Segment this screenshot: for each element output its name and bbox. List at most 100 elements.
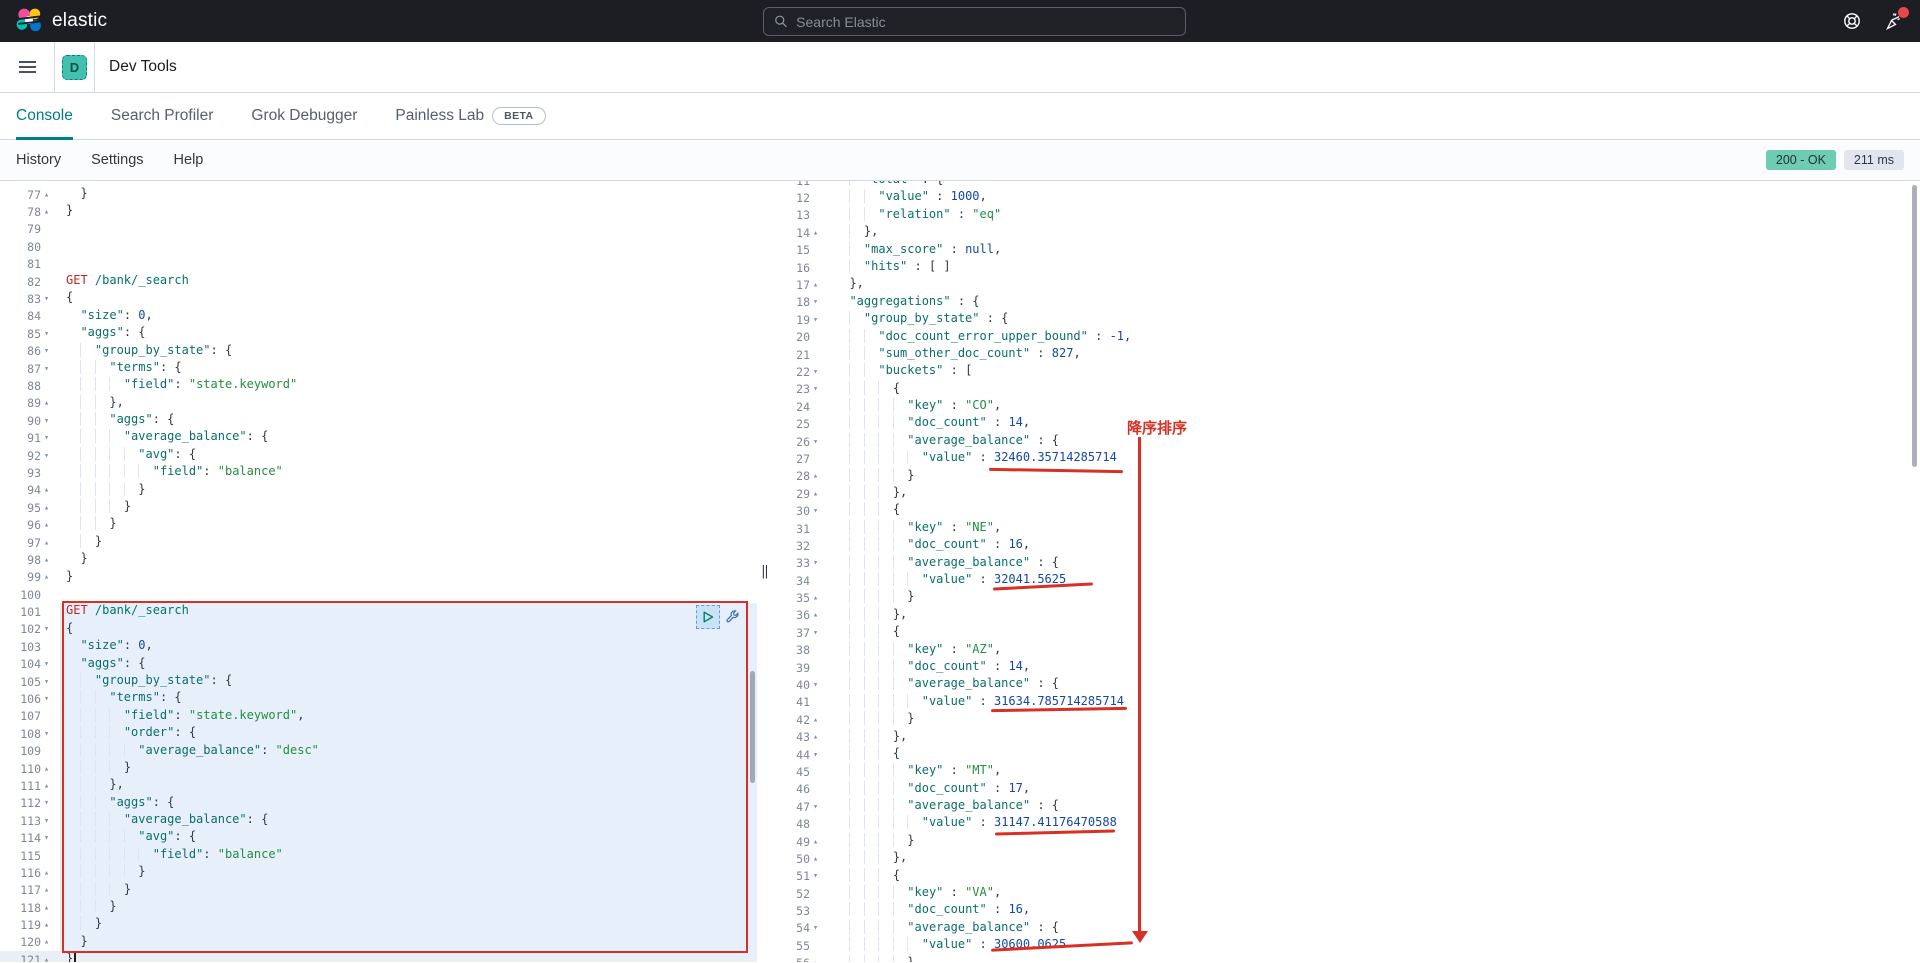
fold-up-icon[interactable]: ▴	[813, 715, 822, 725]
code-line-90[interactable]: 90▾ "aggs": {	[0, 412, 757, 429]
code-line-89[interactable]: 89▴ },	[0, 395, 757, 412]
code-line-109[interactable]: 109 "average_balance": "desc"	[0, 743, 757, 760]
fold-up-icon[interactable]: ▴	[44, 764, 53, 774]
menu-item-help[interactable]: Help	[174, 152, 204, 168]
code-line-37[interactable]: 37▾ {	[775, 624, 1920, 641]
fold-up-icon[interactable]: ▴	[813, 854, 822, 864]
tab-search-profiler[interactable]: Search Profiler	[111, 93, 214, 139]
code-line-117[interactable]: 117▴ }	[0, 882, 757, 899]
code-line-77[interactable]: 77▴ }	[0, 186, 757, 203]
code-line-100[interactable]: 100	[0, 586, 757, 603]
code-line-49[interactable]: 49▴ }	[775, 833, 1920, 850]
code-line-28[interactable]: 28▴ }	[775, 468, 1920, 485]
code-line-119[interactable]: 119▴ }	[0, 916, 757, 933]
code-line-38[interactable]: 38 "key" : "AZ",	[775, 642, 1920, 659]
fold-up-icon[interactable]: ▴	[44, 503, 53, 513]
fold-up-icon[interactable]: ▴	[813, 280, 822, 290]
fold-up-icon[interactable]: ▴	[44, 868, 53, 878]
fold-down-icon[interactable]: ▾	[813, 315, 822, 325]
code-line-114[interactable]: 114▾ "avg": {	[0, 829, 757, 846]
code-line-83[interactable]: 83▾{	[0, 290, 757, 307]
fold-up-icon[interactable]: ▴	[44, 885, 53, 895]
fold-down-icon[interactable]: ▾	[813, 506, 822, 516]
code-line-18[interactable]: 18▾ "aggregations" : {	[775, 294, 1920, 311]
fold-down-icon[interactable]: ▾	[44, 416, 53, 426]
code-line-44[interactable]: 44▾ {	[775, 746, 1920, 763]
code-line-105[interactable]: 105▾ "group_by_state": {	[0, 673, 757, 690]
code-line-34[interactable]: 34 "value" : 32041.5625	[775, 572, 1920, 589]
fold-down-icon[interactable]: ▾	[44, 329, 53, 339]
code-line-56[interactable]: 56▴ }	[775, 955, 1920, 962]
menu-item-settings[interactable]: Settings	[91, 152, 143, 168]
code-line-20[interactable]: 20 "doc_count_error_upper_bound" : -1,	[775, 329, 1920, 346]
code-line-39[interactable]: 39 "doc_count" : 14,	[775, 659, 1920, 676]
fold-up-icon[interactable]: ▴	[44, 955, 53, 962]
space-avatar[interactable]: D	[62, 55, 87, 80]
left-scrollbar-thumb[interactable]	[750, 671, 755, 783]
tab-grok-debugger[interactable]: Grok Debugger	[251, 93, 357, 139]
fold-down-icon[interactable]: ▾	[44, 659, 53, 669]
fold-down-icon[interactable]: ▾	[44, 816, 53, 826]
code-line-91[interactable]: 91▾ "average_balance": {	[0, 429, 757, 446]
code-line-14[interactable]: 14▴ },	[775, 224, 1920, 241]
response-editor[interactable]: 11 "total" : {12 "value" : 1000,13 "rela…	[775, 181, 1920, 962]
code-line-84[interactable]: 84 "size": 0,	[0, 308, 757, 325]
code-line-11[interactable]: 11 "total" : {	[775, 181, 1920, 189]
code-line-108[interactable]: 108▾ "order": {	[0, 725, 757, 742]
code-line-31[interactable]: 31 "key" : "NE",	[775, 520, 1920, 537]
code-line-116[interactable]: 116▴ }	[0, 864, 757, 881]
code-line-55[interactable]: 55 "value" : 30600.0625	[775, 937, 1920, 954]
code-line-106[interactable]: 106▾ "terms": {	[0, 690, 757, 707]
fold-down-icon[interactable]: ▾	[813, 628, 822, 638]
code-line-25[interactable]: 25 "doc_count" : 14,	[775, 415, 1920, 432]
code-line-17[interactable]: 17▴ },	[775, 276, 1920, 293]
fold-up-icon[interactable]: ▴	[813, 471, 822, 481]
global-search[interactable]	[763, 7, 1186, 36]
code-line-42[interactable]: 42▴ }	[775, 711, 1920, 728]
fold-up-icon[interactable]: ▴	[813, 732, 822, 742]
code-line-35[interactable]: 35▴ }	[775, 589, 1920, 606]
code-line-22[interactable]: 22▾ "buckets" : [	[775, 363, 1920, 380]
code-line-112[interactable]: 112▾ "aggs": {	[0, 795, 757, 812]
fold-up-icon[interactable]: ▴	[44, 781, 53, 791]
code-line-80[interactable]: 80	[0, 238, 757, 255]
code-line-97[interactable]: 97▴ }	[0, 534, 757, 551]
fold-up-icon[interactable]: ▴	[44, 920, 53, 930]
fold-down-icon[interactable]: ▾	[813, 384, 822, 394]
fold-down-icon[interactable]: ▾	[44, 346, 53, 356]
fold-down-icon[interactable]: ▾	[813, 923, 822, 933]
fold-up-icon[interactable]: ▴	[44, 555, 53, 565]
fold-down-icon[interactable]: ▾	[813, 750, 822, 760]
right-scrollbar-thumb[interactable]	[1912, 185, 1917, 467]
fold-up-icon[interactable]: ▴	[44, 937, 53, 947]
code-line-103[interactable]: 103 "size": 0,	[0, 638, 757, 655]
code-line-104[interactable]: 104▾ "aggs": {	[0, 656, 757, 673]
fold-down-icon[interactable]: ▾	[813, 367, 822, 377]
fold-down-icon[interactable]: ▾	[44, 729, 53, 739]
code-line-121[interactable]: 121▴}	[0, 951, 757, 962]
fold-up-icon[interactable]: ▴	[44, 485, 53, 495]
code-line-96[interactable]: 96▴ }	[0, 516, 757, 533]
code-line-50[interactable]: 50▴ },	[775, 850, 1920, 867]
code-line-23[interactable]: 23▾ {	[775, 381, 1920, 398]
fold-up-icon[interactable]: ▴	[813, 837, 822, 847]
code-line-120[interactable]: 120▴ }	[0, 934, 757, 951]
panel-resize-handle[interactable]: ‖	[761, 564, 770, 579]
fold-up-icon[interactable]: ▴	[44, 538, 53, 548]
fold-up-icon[interactable]: ▴	[813, 228, 822, 238]
fold-down-icon[interactable]: ▾	[44, 451, 53, 461]
code-line-48[interactable]: 48 "value" : 31147.41176470588	[775, 815, 1920, 832]
code-line-92[interactable]: 92▾ "avg": {	[0, 447, 757, 464]
fold-down-icon[interactable]: ▾	[813, 871, 822, 881]
fold-down-icon[interactable]: ▾	[44, 694, 53, 704]
fold-up-icon[interactable]: ▴	[813, 610, 822, 620]
code-line-115[interactable]: 115 "field": "balance"	[0, 847, 757, 864]
fold-up-icon[interactable]: ▴	[44, 207, 53, 217]
fold-down-icon[interactable]: ▾	[813, 802, 822, 812]
code-line-47[interactable]: 47▾ "average_balance" : {	[775, 798, 1920, 815]
fold-down-icon[interactable]: ▾	[44, 677, 53, 687]
fold-down-icon[interactable]: ▾	[44, 798, 53, 808]
request-editor[interactable]: 77▴ }78▴}79808182GET /bank/_search83▾{84…	[0, 181, 757, 962]
code-line-52[interactable]: 52 "key" : "VA",	[775, 885, 1920, 902]
request-options-button[interactable]	[723, 608, 741, 626]
